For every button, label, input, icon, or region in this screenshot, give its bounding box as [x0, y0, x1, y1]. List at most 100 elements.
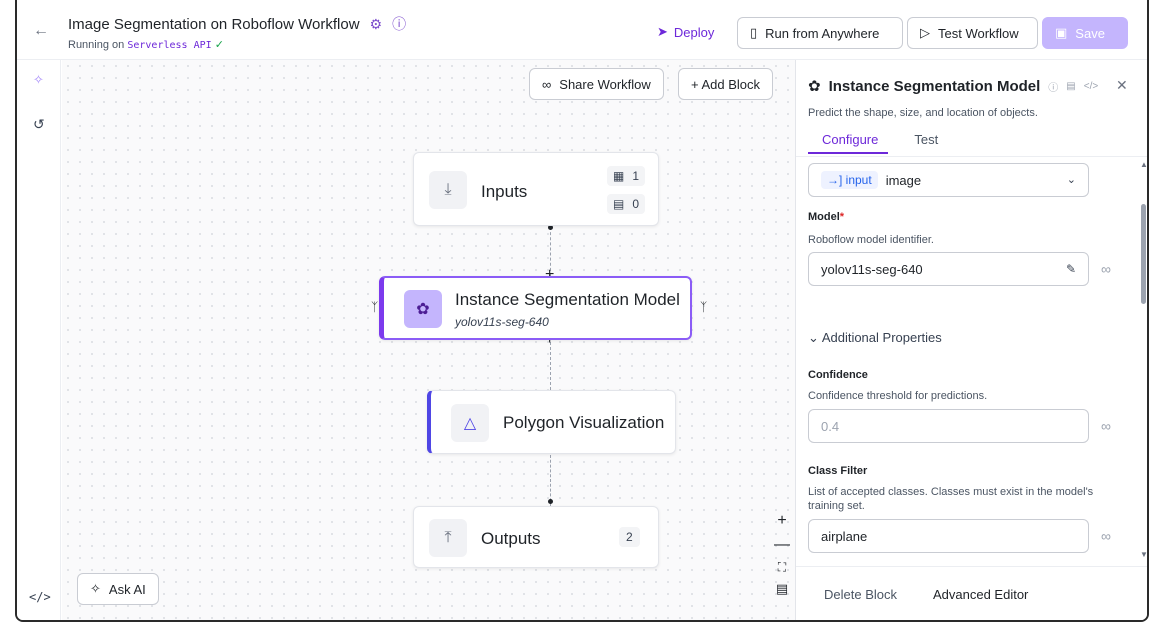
node-inputs-label: Inputs — [481, 182, 528, 201]
test-workflow-label: Test Workflow — [938, 25, 1019, 41]
pencil-icon[interactable]: ✎ — [1066, 262, 1076, 276]
node-instance-segmentation[interactable]: ✿ Instance Segmentation Model yolov11s-s… — [379, 276, 692, 340]
run-anywhere-label: Run from Anywhere — [765, 25, 880, 41]
additional-properties-toggle[interactable]: ⌄ Additional Properties — [808, 330, 942, 346]
panel-scrollbar[interactable]: ▲ ▼ — [1140, 156, 1147, 566]
sparkle-icon: ✧ — [90, 581, 101, 596]
model-input[interactable]: yolov11s-seg-640 ✎ — [808, 252, 1089, 286]
param-count-badge: ▤ 0 — [607, 194, 646, 214]
node-segmentation-model: yolov11s-seg-640 — [455, 315, 549, 329]
upload-icon: ⤒ — [429, 519, 467, 557]
branch-right-icon[interactable]: ᛉ — [700, 300, 707, 314]
ask-ai-button[interactable]: ✧ Ask AI — [77, 573, 159, 605]
running-prefix: Running on — [68, 39, 125, 51]
back-arrow-icon[interactable]: ← — [33, 22, 49, 40]
minimap-icon[interactable]: ▤ — [776, 581, 788, 597]
deploy-label: Deploy — [673, 24, 715, 40]
node-polygon-label: Polygon Visualization — [503, 413, 665, 432]
image-icon: ▦ — [613, 169, 625, 183]
panel-title-row: ✿ Instance Segmentation Model ⓘ ▤ </> — [808, 77, 1098, 96]
model-value: yolov11s-seg-640 — [821, 261, 923, 277]
advanced-editor-button[interactable]: Advanced Editor — [933, 587, 1028, 602]
confidence-input[interactable]: 0.4 — [808, 409, 1089, 443]
history-icon[interactable]: ↺ — [33, 116, 45, 133]
scroll-down-icon[interactable]: ▼ — [1140, 550, 1147, 559]
panel-tabs: Configure Test — [808, 132, 938, 154]
share-workflow-button[interactable]: ∞ Share Workflow — [529, 68, 664, 100]
help-icon[interactable]: ⓘ — [392, 14, 406, 34]
class-filter-help: List of accepted classes. Classes must e… — [808, 486, 1094, 512]
panel-description: Predict the shape, size, and location of… — [808, 107, 1038, 119]
class-filter-input[interactable]: airplane — [808, 519, 1089, 553]
link-icon[interactable]: ∞ — [1101, 261, 1111, 277]
zoom-in-icon[interactable]: + — [777, 512, 786, 530]
segmentation-model-icon: ✿ — [404, 290, 442, 328]
shapes-icon: △ — [451, 404, 489, 442]
add-block-label: + Add Block — [691, 76, 761, 92]
code-icon[interactable]: </> — [29, 590, 51, 604]
sparkle-icon[interactable]: ✧ — [33, 72, 44, 88]
fit-view-icon[interactable]: ⛶ — [778, 560, 786, 575]
share-icon: ∞ — [542, 76, 552, 92]
share-label: Share Workflow — [559, 76, 651, 92]
run-from-anywhere-button[interactable]: ▯ Run from Anywhere — [737, 17, 903, 49]
save-button[interactable]: ▣ Save — [1042, 17, 1128, 49]
check-icon: ✓ — [214, 39, 224, 51]
panel-footer: Delete Block Advanced Editor — [796, 566, 1147, 620]
code-icon[interactable]: </> — [1084, 81, 1098, 92]
workflow-canvas[interactable]: ∞ Share Workflow + Add Block + + ⤓ Input… — [62, 60, 795, 620]
connector-dot — [548, 499, 553, 504]
text-field-icon: ▤ — [613, 197, 625, 211]
scroll-up-icon[interactable]: ▲ — [1140, 160, 1147, 169]
model-help: Roboflow model identifier. — [808, 234, 934, 246]
node-segmentation-label: Instance Segmentation Model — [455, 290, 680, 309]
settings-gear-icon[interactable]: ⚙ — [370, 16, 383, 33]
test-workflow-button[interactable]: ▷ Test Workflow — [907, 17, 1038, 49]
zoom-out-icon[interactable]: — — [774, 536, 790, 554]
node-inputs[interactable]: ⤓ Inputs ▦ 1 ▤ 0 — [413, 152, 659, 226]
config-form: →] input image ⌄ Model* Roboflow model i… — [796, 156, 1147, 566]
confidence-placeholder: 0.4 — [821, 418, 840, 434]
deploy-button[interactable]: ➤ Deploy — [657, 24, 714, 40]
docs-icon[interactable]: ▤ — [1066, 81, 1075, 92]
node-outputs[interactable]: ⤒ Outputs 2 — [413, 506, 659, 568]
add-block-button[interactable]: + Add Block — [678, 68, 774, 100]
left-rail: ✧ ↺ </> — [17, 60, 61, 620]
workflow-title[interactable]: Image Segmentation on Roboflow Workflow — [68, 16, 360, 33]
connector-line — [550, 342, 551, 390]
segmentation-model-icon: ✿ — [808, 78, 821, 95]
close-icon[interactable]: ✕ — [1116, 77, 1128, 94]
tab-configure[interactable]: Configure — [808, 132, 889, 154]
image-count-badge: ▦ 1 — [607, 166, 646, 186]
save-icon: ▣ — [1055, 25, 1068, 40]
link-icon[interactable]: ∞ — [1101, 418, 1111, 434]
chevron-down-icon: ⌄ — [808, 330, 819, 345]
param-count: 0 — [632, 197, 640, 211]
class-filter-value: airplane — [821, 528, 868, 544]
phone-icon: ▯ — [750, 25, 758, 40]
rocket-icon: ➤ — [657, 24, 668, 39]
node-outputs-label: Outputs — [481, 529, 541, 548]
app-window: ← Image Segmentation on Roboflow Workflo… — [15, 0, 1149, 622]
class-filter-label: Class Filter — [808, 465, 868, 477]
input-tag: →] input — [821, 171, 878, 189]
node-polygon-visualization[interactable]: △ Polygon Visualization — [427, 390, 676, 454]
running-status: Running on Serverless API ✓ — [68, 38, 224, 51]
delete-block-button[interactable]: Delete Block — [824, 587, 897, 602]
panel-title: Instance Segmentation Model — [828, 77, 1041, 95]
image-count: 1 — [632, 169, 640, 183]
save-label: Save — [1075, 25, 1105, 41]
help-icon[interactable]: ⓘ — [1048, 79, 1058, 94]
branch-left-icon[interactable]: ᛉ — [371, 300, 378, 314]
input-image-select[interactable]: →] input image ⌄ — [808, 163, 1089, 197]
input-value: image — [885, 172, 922, 188]
tab-test[interactable]: Test — [914, 132, 938, 154]
outputs-count: 2 — [619, 527, 640, 547]
model-field-label: Model* — [808, 211, 845, 223]
confidence-help: Confidence threshold for predictions. — [808, 390, 988, 402]
ask-ai-label: Ask AI — [108, 581, 146, 597]
workflow-title-row: Image Segmentation on Roboflow Workflow … — [68, 14, 406, 34]
running-target: Serverless API — [127, 40, 212, 51]
scrollbar-thumb[interactable] — [1141, 204, 1146, 304]
link-icon[interactable]: ∞ — [1101, 528, 1111, 544]
